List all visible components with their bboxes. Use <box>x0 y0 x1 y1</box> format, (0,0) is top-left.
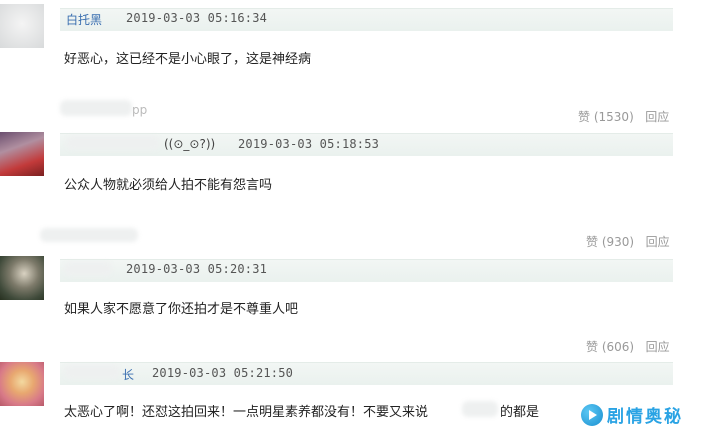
like-label: 赞 <box>586 340 599 354</box>
comment-username[interactable]: 白托黑 <box>66 11 102 28</box>
comment-actions: 赞 (1530) 回应 <box>578 108 669 125</box>
like-label: 赞 <box>586 235 599 249</box>
watermark: 剧情奥秘 <box>581 402 683 427</box>
like-count: (606) <box>601 340 635 354</box>
comment-timestamp: 2019-03-03 05:21:50 <box>152 366 294 380</box>
reply-preview-name: pp <box>132 103 148 117</box>
avatar[interactable] <box>0 132 44 176</box>
comment-timestamp: 2019-03-03 05:18:53 <box>238 137 380 151</box>
redacted-word <box>462 401 498 417</box>
like-count: (1530) <box>593 110 634 124</box>
redacted-username <box>66 136 160 150</box>
avatar[interactable] <box>0 4 44 48</box>
comment-text: 如果人家不愿意了你还拍才是不尊重人吧 <box>64 302 299 317</box>
comment-text: 好恶心，这已经不是小心眼了，这是神经病 <box>64 52 312 67</box>
reply-button[interactable]: 回应 <box>646 340 670 354</box>
like-button[interactable]: 赞 (606) <box>586 340 634 354</box>
redacted-username <box>64 365 120 379</box>
comment-username[interactable]: 长 <box>122 366 134 383</box>
reply-button[interactable]: 回应 <box>645 110 669 124</box>
redacted-username <box>64 262 112 276</box>
avatar[interactable] <box>0 256 44 300</box>
comment-text-tail: 的都是 <box>500 405 540 420</box>
reply-button[interactable]: 回应 <box>646 235 670 249</box>
like-count: (930) <box>601 235 635 249</box>
comment-text: 公众人物就必须给人拍不能有怨言吗 <box>64 178 273 193</box>
like-label: 赞 <box>578 110 591 124</box>
comment-actions: 赞 (606) 回应 <box>586 338 670 355</box>
watermark-text: 剧情奥秘 <box>607 407 683 427</box>
comment-text: 太恶心了啊！还怼这拍回来！一点明星素养都没有！不要又来说 <box>64 405 429 420</box>
like-button[interactable]: 赞 (1530) <box>578 110 634 124</box>
redacted-username <box>60 100 132 116</box>
comment-actions: 赞 (930) 回应 <box>586 233 670 250</box>
avatar[interactable] <box>0 362 44 406</box>
play-icon <box>581 403 603 426</box>
comment-timestamp: 2019-03-03 05:20:31 <box>126 262 268 276</box>
comment-timestamp: 2019-03-03 05:16:34 <box>126 11 268 25</box>
comment-username[interactable]: ((⊙_⊙?)) <box>164 137 215 151</box>
redacted-username <box>40 228 138 242</box>
like-button[interactable]: 赞 (930) <box>586 235 634 249</box>
